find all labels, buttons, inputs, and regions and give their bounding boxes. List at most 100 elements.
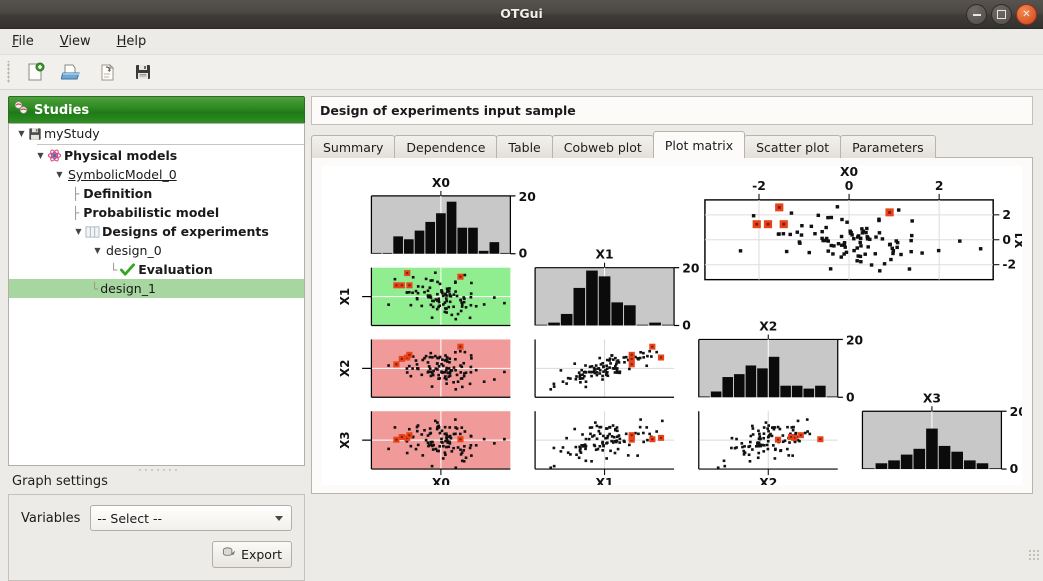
tree-item-definition[interactable]: ├ Definition (9, 184, 304, 203)
outlier-core (401, 436, 403, 438)
data-point (454, 351, 457, 354)
data-point (608, 366, 611, 369)
data-point (450, 314, 453, 317)
data-point (909, 239, 913, 242)
save-button[interactable] (130, 59, 156, 85)
data-point (469, 447, 472, 450)
minimize-button[interactable] (966, 4, 987, 25)
hist-bar (457, 228, 467, 254)
export-button[interactable]: Export (212, 541, 292, 568)
scatter-X1-vs-X3[interactable] (535, 411, 674, 469)
studies-tree[interactable]: ▼ myStudy ▼ (8, 123, 305, 466)
data-point (747, 446, 750, 449)
data-point (616, 371, 619, 374)
chevron-down-icon[interactable]: ▼ (53, 170, 66, 179)
data-point (878, 269, 882, 272)
hist-title-X1: X1 (596, 248, 614, 262)
plot-matrix-canvas[interactable]: X0200X1200X2200X3200X1X2X3X0X1X2-20220-2… (322, 166, 1022, 485)
main-scatter-x0-x1[interactable]: -20220-2X0X1 (705, 166, 1022, 280)
row-axis-label-X1: X1 (338, 288, 352, 306)
tree-item-design-0[interactable]: ▼ design_0 (9, 241, 304, 260)
import-button[interactable] (94, 59, 120, 85)
histogram-X0: X0200 (371, 176, 535, 261)
scatter-X0-vs-X2[interactable] (371, 339, 510, 397)
data-point (438, 445, 441, 448)
data-point (601, 441, 604, 444)
scatter-X0-vs-X1[interactable] (371, 268, 510, 326)
outlier-core (777, 439, 779, 441)
pane-splitter[interactable] (8, 466, 305, 474)
hist-bar (624, 305, 636, 325)
chevron-down-icon[interactable]: ▼ (15, 129, 28, 138)
close-button[interactable]: ✕ (1016, 4, 1037, 25)
data-point (661, 420, 664, 423)
data-point (755, 445, 758, 448)
data-point (790, 211, 794, 214)
hist-bar (876, 463, 888, 469)
tree-item-physical-models[interactable]: ▼ Physical models (9, 146, 304, 165)
floppy-icon (28, 127, 42, 141)
menu-help[interactable]: Help (115, 32, 149, 51)
tree-item-designs-of-experiments[interactable]: ▼ Designs of experiments (9, 222, 304, 241)
data-point (470, 435, 473, 438)
tab-table[interactable]: Table (496, 135, 552, 158)
main-scatter-xlabel: X0 (840, 166, 858, 179)
data-point (464, 351, 467, 354)
data-point (788, 441, 791, 444)
data-point (602, 435, 605, 438)
data-point (639, 426, 642, 429)
data-point (785, 250, 789, 253)
scatter-X2-vs-X3[interactable] (699, 411, 838, 469)
data-point (584, 364, 587, 367)
data-point (762, 437, 765, 440)
resize-grip[interactable] (1028, 549, 1040, 561)
variables-select-value: -- Select -- (97, 511, 162, 526)
graph-settings-title: Graph settings (12, 474, 305, 489)
data-point (503, 371, 506, 374)
chevron-down-icon[interactable]: ▼ (34, 151, 47, 160)
toolbar-grip[interactable] (6, 61, 12, 83)
data-point (598, 357, 601, 360)
new-study-button[interactable] (22, 59, 48, 85)
variables-select[interactable]: -- Select -- (90, 505, 292, 531)
scatter-X1-vs-X2[interactable] (535, 339, 674, 397)
open-study-button[interactable] (58, 59, 84, 85)
data-point (645, 426, 648, 429)
tree-item-design-1[interactable]: └ design_1 (9, 279, 304, 298)
tab-parameters[interactable]: Parameters (840, 135, 936, 158)
data-point (616, 426, 619, 429)
data-point (597, 448, 600, 451)
data-point (442, 445, 445, 448)
menu-view[interactable]: View (58, 32, 93, 51)
data-point (786, 448, 789, 451)
tree-item-evaluation[interactable]: └ Evaluation (9, 260, 304, 279)
hist-bar (901, 455, 913, 469)
data-point (751, 448, 754, 451)
plot-matrix-svg[interactable]: X0200X1200X2200X3200X1X2X3X0X1X2-20220-2… (322, 166, 1022, 485)
data-point (768, 434, 771, 437)
data-point (406, 367, 409, 370)
tree-item-mystudy[interactable]: ▼ myStudy (9, 124, 304, 143)
tab-summary[interactable]: Summary (311, 135, 395, 158)
outlier-core (651, 346, 653, 348)
tab-cobweb-plot[interactable]: Cobweb plot (552, 135, 654, 158)
content-header-label: Design of experiments input sample (320, 103, 576, 118)
scatter-X0-vs-X3[interactable] (371, 411, 510, 469)
data-point (777, 232, 781, 235)
maximize-button[interactable] (991, 4, 1012, 25)
tab-scatter-plot[interactable]: Scatter plot (744, 135, 841, 158)
data-point (794, 433, 797, 436)
tree-item-symbolicmodel-0[interactable]: ▼ SymbolicModel_0 (9, 165, 304, 184)
main-yticklabel: 0 (1002, 233, 1011, 247)
data-point (441, 358, 444, 361)
tree-item-probabilistic-model[interactable]: ├ Probabilistic model (9, 203, 304, 222)
menu-file[interactable]: File (10, 32, 36, 51)
chevron-down-icon[interactable]: ▼ (91, 246, 104, 255)
chevron-down-icon[interactable]: ▼ (72, 227, 85, 236)
data-point (820, 230, 824, 233)
hist-bar (468, 228, 478, 254)
tab-plot-matrix[interactable]: Plot matrix (653, 131, 745, 158)
data-point (731, 437, 734, 440)
outlier-core (408, 354, 410, 356)
tab-dependence[interactable]: Dependence (394, 135, 497, 158)
